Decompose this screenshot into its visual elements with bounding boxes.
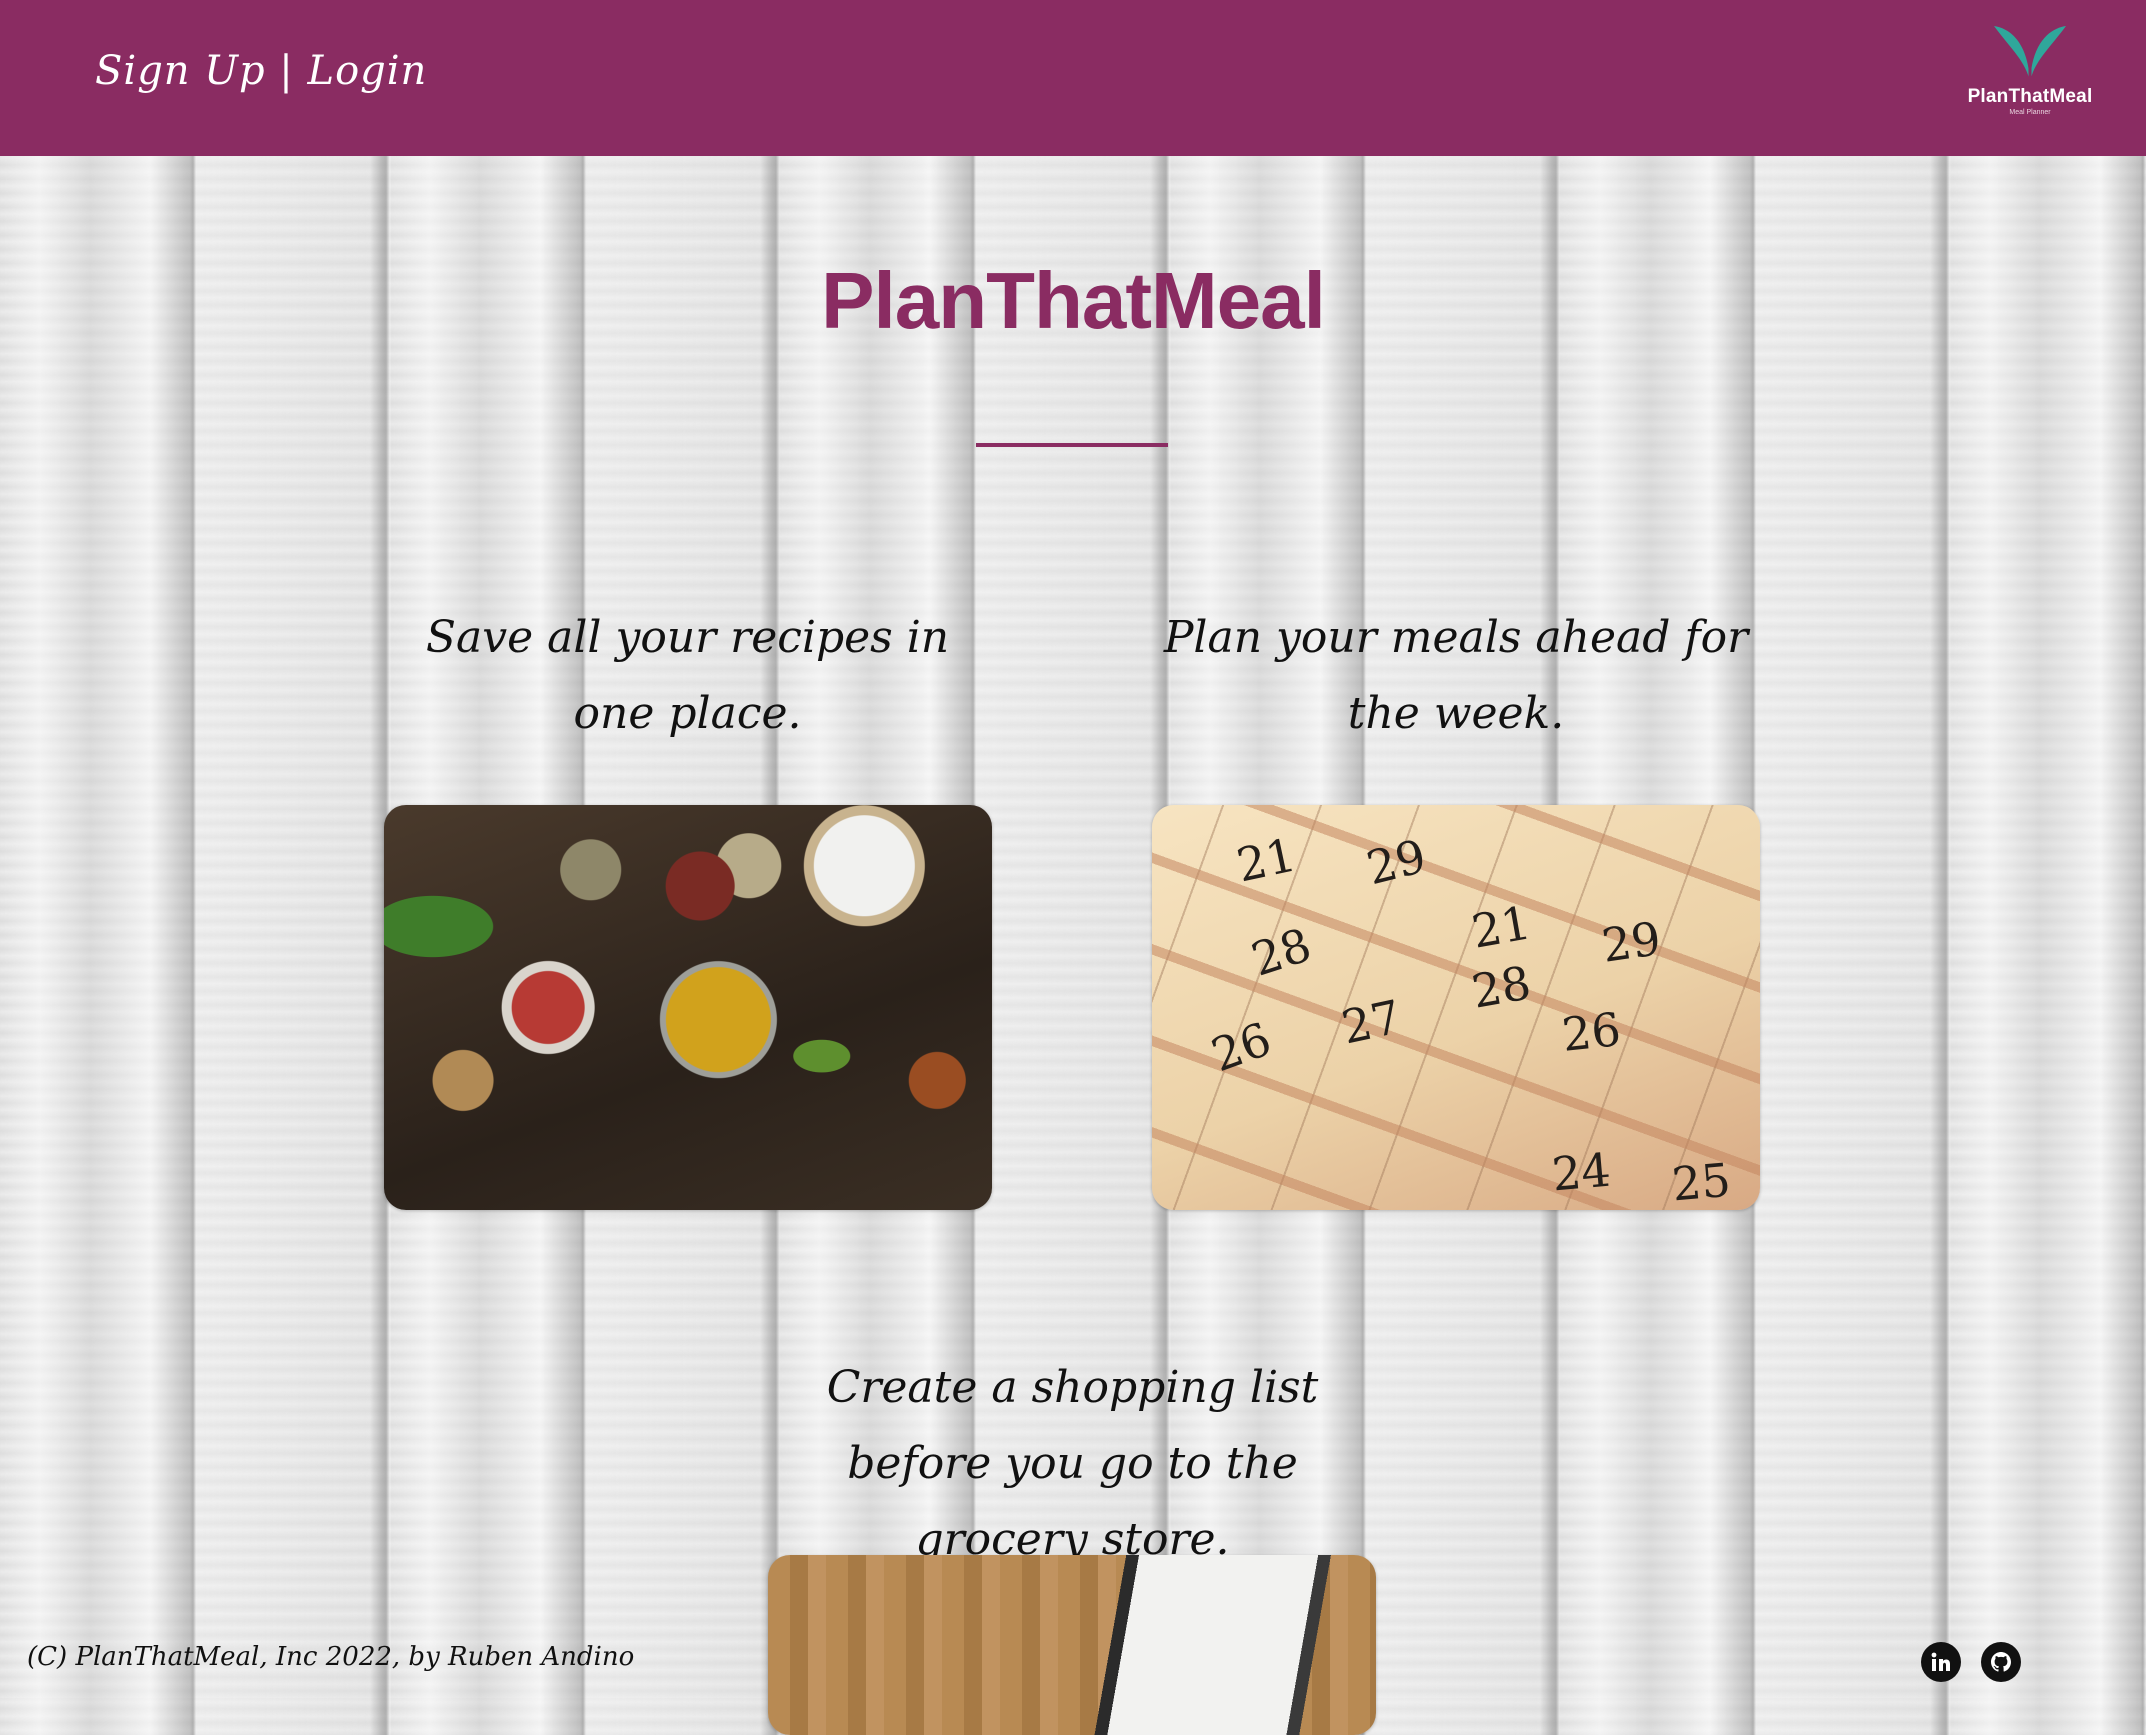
github-link[interactable] [1981, 1642, 2021, 1682]
calendar-image: 21 29 21 29 28 27 28 26 26 24 25 [1152, 805, 1760, 1210]
footer-copyright: (C) PlanThatMeal, Inc 2022, by Ruben And… [27, 1642, 635, 1672]
page-title: PlanThatMeal [821, 256, 1326, 345]
feature-text-plan: Plan your meals ahead for the week. [1163, 612, 1749, 739]
feature-text-recipes: Save all your recipes in one place. [425, 612, 950, 739]
brand-logo[interactable]: PlanThatMeal Meal Planner [1960, 22, 2100, 132]
signup-login-link[interactable]: Sign Up | Login [95, 48, 427, 94]
logo-title: PlanThatMeal [1967, 86, 2093, 107]
logo-tagline: Meal Planner [2009, 109, 2051, 116]
feature-text-shopping: Create a shopping list before you go to … [826, 1362, 1319, 1565]
top-nav-bar: Sign Up | Login PlanThatMeal Meal Planne… [0, 0, 2146, 156]
leaf-icon [1994, 26, 2066, 82]
shopping-list-image [768, 1555, 1376, 1735]
linkedin-link[interactable] [1921, 1642, 1961, 1682]
linkedin-icon [1931, 1652, 1950, 1671]
title-divider [976, 443, 1168, 447]
github-icon [1991, 1652, 2011, 1672]
spices-image [384, 805, 992, 1210]
